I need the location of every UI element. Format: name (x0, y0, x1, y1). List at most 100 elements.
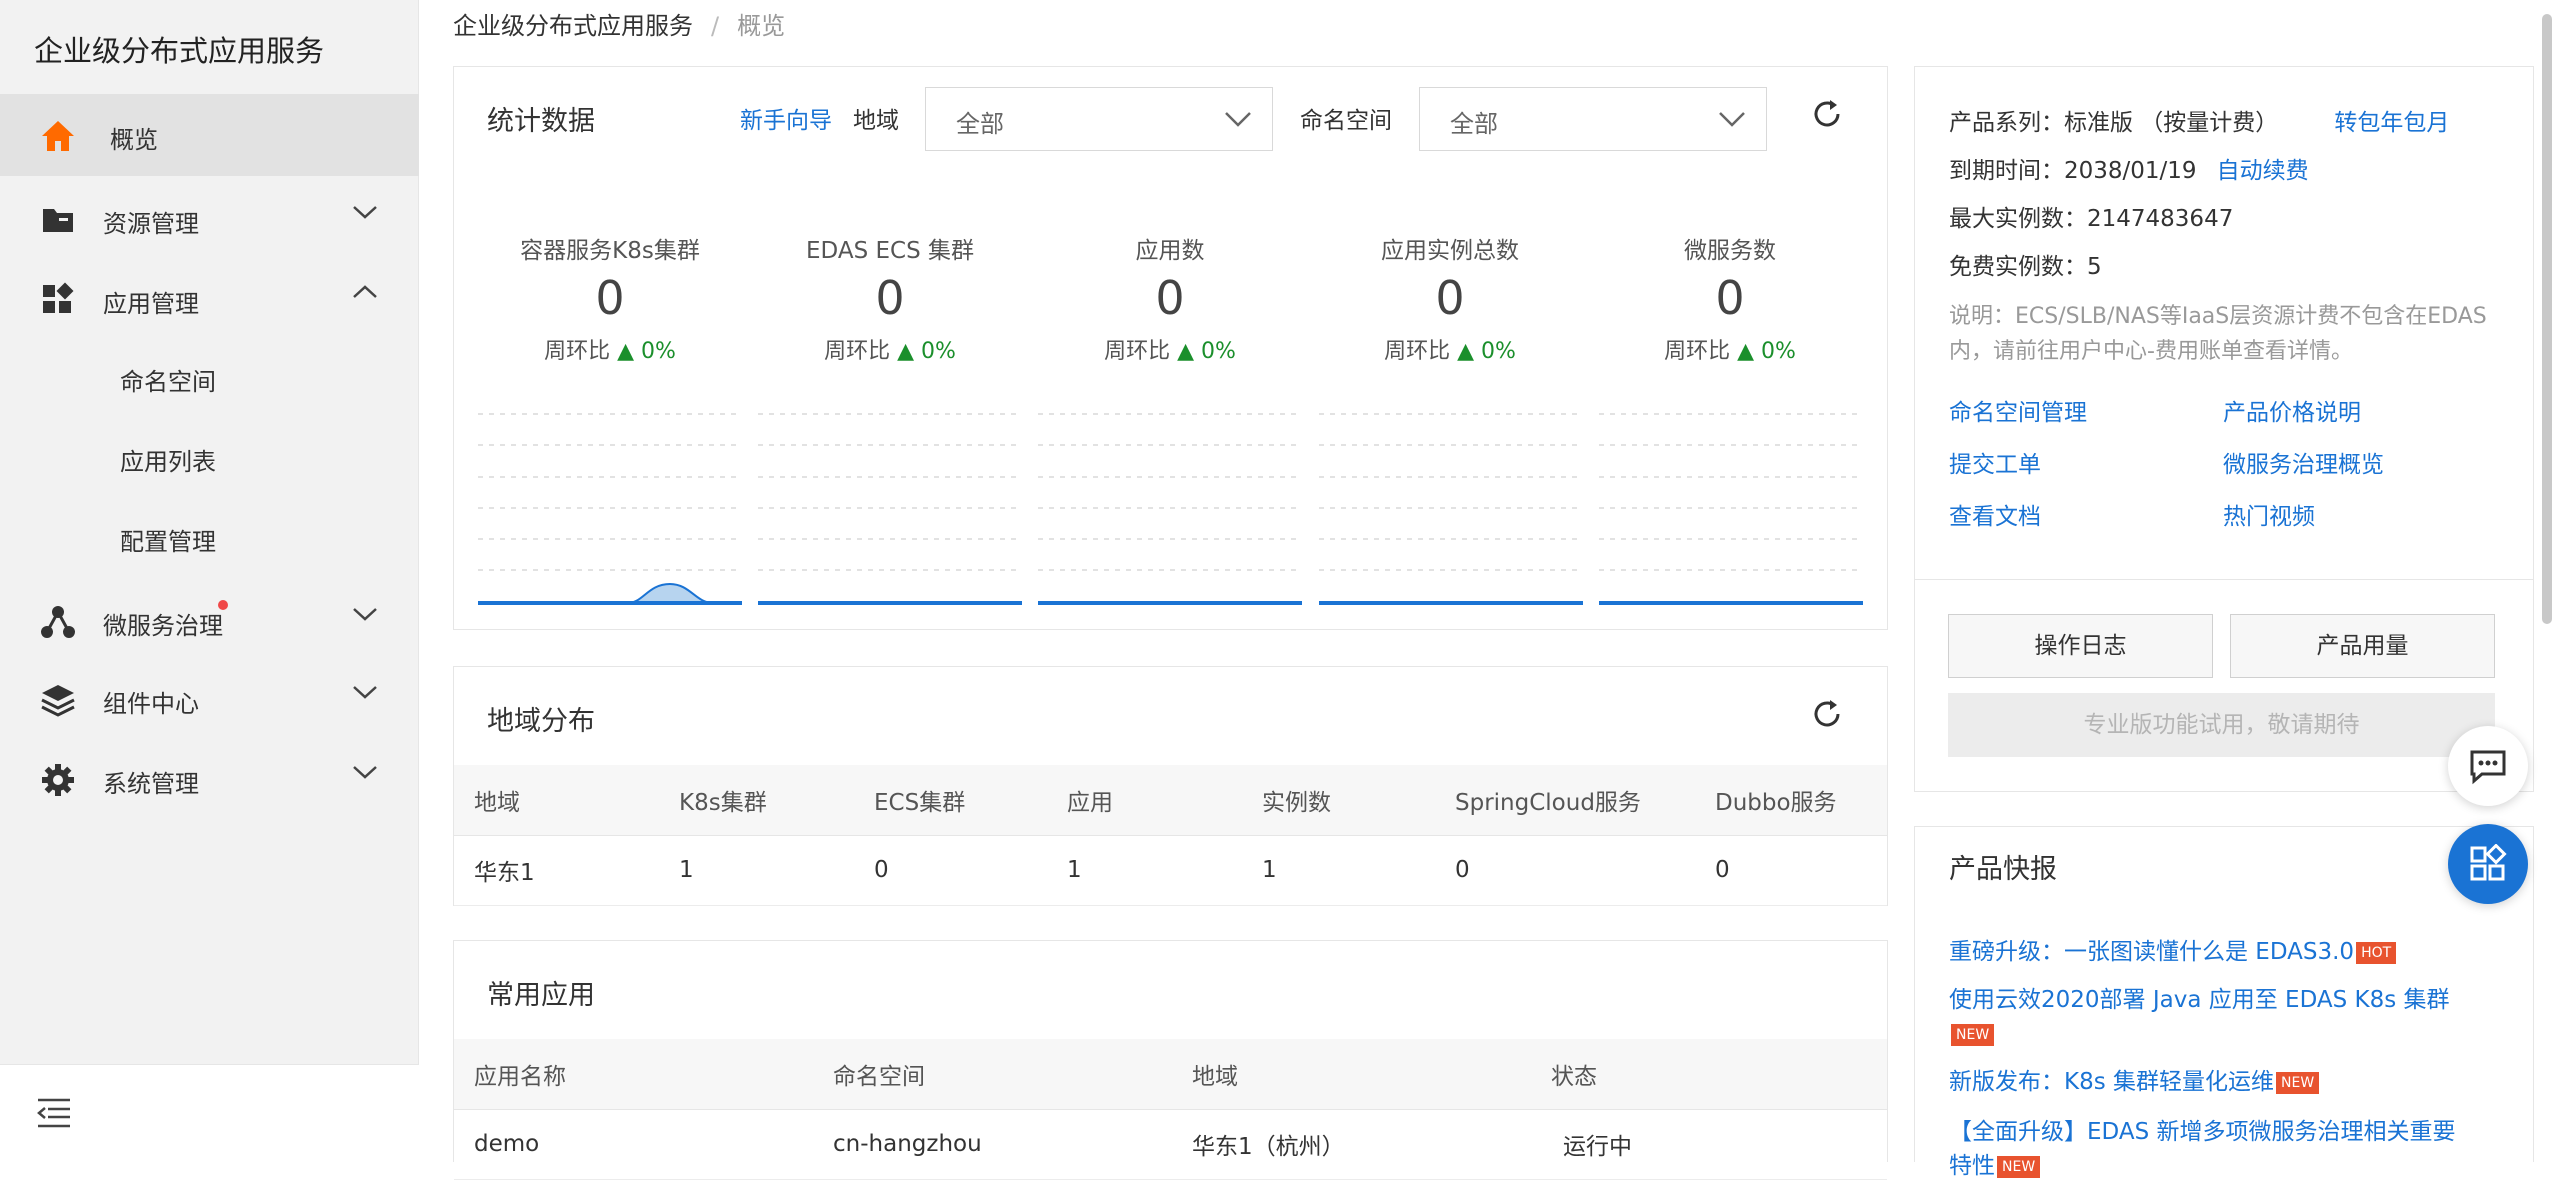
table-cell: 1 (1242, 835, 1435, 906)
stat-change: 周环比 ▲ 0% (1310, 333, 1590, 365)
sidebar-item-apps[interactable]: 应用管理 (0, 258, 419, 340)
sidebar-subitem-app-list[interactable]: 应用列表 (120, 442, 216, 477)
auto-renew-link[interactable]: 自动续费 (2217, 158, 2309, 184)
docs-link[interactable]: 查看文档 (1949, 497, 2041, 531)
stat-value: 0 (1715, 271, 1745, 325)
beginner-guide-link[interactable]: 新手向导 (740, 101, 832, 135)
news-item[interactable]: 重磅升级：一张图读懂什么是 EDAS3.0 HOT (1949, 935, 2469, 969)
table-header: SpringCloud服务 (1435, 765, 1695, 836)
sidebar-item-label: 微服务治理 (103, 612, 223, 640)
stat-value: 0 (595, 271, 625, 325)
sidebar-subitem-namespace[interactable]: 命名空间 (120, 362, 216, 397)
product-series-label: 产品系列： (1949, 110, 2064, 136)
stat-change-label: 周环比 (824, 339, 891, 364)
chevron-down-icon (1225, 112, 1251, 127)
news-item-text: 使用云效2020部署 Java 应用至 EDAS K8s 集群 (1949, 987, 2450, 1013)
table-cell: 华东1 (454, 835, 659, 906)
stat-card: 微服务数 0 周环比 ▲ 0% (1590, 231, 1870, 365)
stat-change-label: 周环比 (1664, 339, 1731, 364)
table-cell: 运行中 (1531, 1109, 1887, 1180)
stat-value: 0 (875, 271, 905, 325)
sidebar-item-microservice[interactable]: 微服务治理 (0, 580, 419, 662)
stat-change: 周环比 ▲ 0% (1590, 333, 1870, 365)
folder-icon (40, 202, 76, 238)
videos-link[interactable]: 热门视频 (2223, 497, 2315, 531)
sidebar-item-components[interactable]: 组件中心 (0, 658, 419, 740)
submit-ticket-link[interactable]: 提交工单 (1949, 445, 2041, 479)
operation-log-button[interactable]: 操作日志 (1948, 614, 2213, 678)
refresh-icon[interactable] (1810, 97, 1844, 131)
stat-change-value: 0% (1481, 339, 1516, 364)
region-select[interactable]: 全部 (925, 87, 1273, 151)
free-instances-value: 5 (2087, 254, 2102, 280)
collapse-menu-icon[interactable] (36, 1097, 72, 1129)
switch-subscription-link[interactable]: 转包年包月 (2334, 110, 2449, 136)
pricing-link[interactable]: 产品价格说明 (2223, 393, 2361, 427)
product-info-panel: 产品系列：标准版 （按量计费） 转包年包月 到期时间：2038/01/19 自动续费… (1914, 66, 2534, 792)
news-item[interactable]: 【全面升级】EDAS 新增多项微服务治理相关重要特性 NEW (1949, 1115, 2469, 1183)
namespace-select[interactable]: 全部 (1419, 87, 1767, 151)
layers-icon (40, 682, 76, 718)
stat-change-value: 0% (1761, 339, 1796, 364)
apps-float-button[interactable] (2448, 824, 2528, 904)
refresh-icon[interactable] (1810, 697, 1844, 731)
chevron-up-icon[interactable] (352, 284, 378, 300)
common-apps-title: 常用应用 (487, 980, 595, 1011)
chevron-down-icon[interactable] (352, 764, 378, 780)
sidebar-item-overview[interactable]: 概览 (0, 94, 419, 176)
namespace-select-value: 全部 (1450, 110, 1498, 138)
table-cell-link[interactable]: 1 (1047, 835, 1242, 906)
stat-change-label: 周环比 (544, 339, 611, 364)
table-row: 华东1 1 0 1 1 0 0 (454, 835, 1887, 906)
apps-table: 应用名称 命名空间 地域 状态 demo cn-hangzhou 华东1（杭州）… (454, 1039, 1887, 1180)
sidebar-item-system[interactable]: 系统管理 (0, 738, 419, 820)
table-cell-link[interactable]: 1 (659, 835, 854, 906)
chevron-down-icon[interactable] (352, 684, 378, 700)
app-name-link[interactable]: demo (454, 1109, 813, 1180)
table-header: 地域 (1172, 1039, 1531, 1110)
chat-icon (2470, 750, 2506, 785)
arrow-up-icon: ▲ (1177, 339, 1195, 364)
news-item[interactable]: 使用云效2020部署 Java 应用至 EDAS K8s 集群 NEW (1949, 983, 2469, 1051)
news-title: 产品快报 (1949, 854, 2057, 885)
scrollbar[interactable] (2542, 14, 2552, 624)
new-badge: NEW (1951, 1023, 1995, 1046)
breadcrumb: 企业级分布式应用服务 / 概览 (453, 6, 785, 41)
chevron-down-icon[interactable] (352, 606, 378, 622)
notification-dot (218, 600, 228, 610)
product-usage-button[interactable]: 产品用量 (2230, 614, 2495, 678)
table-cell: cn-hangzhou (813, 1109, 1172, 1180)
table-header: ECS集群 (854, 765, 1047, 836)
region-label: 地域 (853, 108, 899, 134)
stat-change-value: 0% (1201, 339, 1236, 364)
table-header: K8s集群 (659, 765, 854, 836)
namespace-label: 命名空间 (1300, 108, 1392, 134)
table-cell-link[interactable]: 0 (854, 835, 1047, 906)
grid-icon (2470, 844, 2507, 881)
stat-change-value: 0% (641, 339, 676, 364)
product-series-value: 标准版 （按量计费） (2064, 110, 2279, 136)
stat-card: EDAS ECS 集群 0 周环比 ▲ 0% (750, 231, 1030, 365)
news-item[interactable]: 新版发布：K8s 集群轻量化运维 NEW (1949, 1065, 2469, 1099)
namespace-management-link[interactable]: 命名空间管理 (1949, 393, 2087, 427)
stat-change-value: 0% (921, 339, 956, 364)
free-instances-label: 免费实例数： (1949, 254, 2087, 280)
breadcrumb-root[interactable]: 企业级分布式应用服务 (453, 12, 693, 40)
billing-note: 说明：ECS/SLB/NAS等IaaS层资源计费不包含在EDAS内，请前往用户中… (1949, 304, 2487, 364)
sparkline-area (627, 582, 714, 604)
stat-card: 容器服务K8s集群 0 周环比 ▲ 0% (470, 231, 750, 365)
chat-float-button[interactable] (2448, 726, 2528, 806)
stat-card: 应用实例总数 0 周环比 ▲ 0% (1310, 231, 1590, 365)
product-series-row: 产品系列：标准版 （按量计费） 转包年包月 (1949, 103, 2449, 137)
arrow-up-icon: ▲ (1737, 339, 1755, 364)
sidebar-item-resources[interactable]: 资源管理 (0, 178, 419, 260)
table-cell-link[interactable]: 0 (1695, 835, 1887, 906)
table-cell-link[interactable]: 0 (1435, 835, 1695, 906)
microservice-overview-link[interactable]: 微服务治理概览 (2223, 445, 2384, 479)
news-item-text: 重磅升级：一张图读懂什么是 EDAS3.0 (1949, 939, 2355, 965)
sidebar-subitem-config[interactable]: 配置管理 (120, 522, 216, 557)
region-distribution-panel: 地域分布 地域 K8s集群 ECS集群 应用 实例数 SpringCloud服务… (453, 666, 1888, 906)
common-apps-panel: 常用应用 应用名称 命名空间 地域 状态 demo cn-hangzhou 华东… (453, 940, 1888, 1180)
expire-label: 到期时间： (1949, 158, 2064, 184)
chevron-down-icon[interactable] (352, 204, 378, 220)
